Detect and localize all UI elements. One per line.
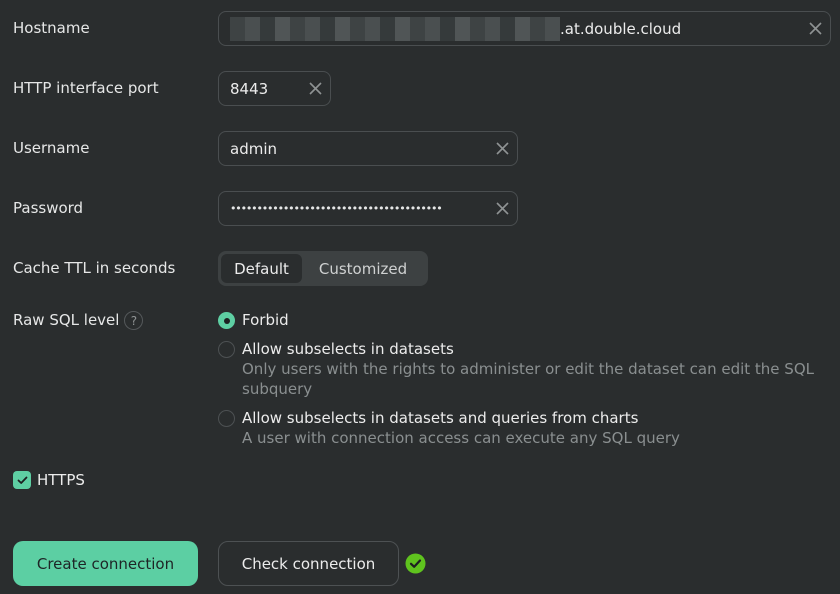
checkmark-icon — [17, 476, 27, 484]
port-label: HTTP interface port — [13, 79, 159, 97]
create-connection-button[interactable]: Create connection — [13, 541, 198, 586]
cache-ttl-segmented-control: Default Customized — [218, 251, 428, 286]
https-checkbox-row[interactable]: HTTPS — [13, 471, 85, 489]
radio-option-description: Only users with the rights to administer… — [242, 360, 814, 398]
close-icon — [495, 202, 509, 215]
clear-port-button[interactable] — [300, 72, 330, 105]
close-icon — [495, 142, 509, 155]
password-label: Password — [13, 199, 84, 217]
radio-unchecked-icon[interactable] — [218, 341, 235, 358]
cache-ttl-option-default[interactable]: Default — [221, 254, 302, 283]
success-check-icon — [405, 553, 426, 574]
help-icon[interactable]: ? — [124, 311, 144, 330]
password-input[interactable]: •••••••••••••••••••••••••••••••••••••••• — [230, 202, 487, 215]
port-input[interactable] — [230, 72, 300, 105]
username-input[interactable] — [230, 132, 487, 165]
radio-checked-icon[interactable] — [218, 312, 235, 329]
raw-sql-option-subselects-datasets[interactable]: Allow subselects in datasets Only users … — [218, 339, 822, 399]
clear-hostname-button[interactable] — [800, 12, 830, 45]
raw-sql-option-forbid[interactable]: Forbid — [218, 310, 289, 330]
close-icon — [308, 82, 322, 95]
username-field[interactable] — [218, 131, 518, 166]
password-field[interactable]: •••••••••••••••••••••••••••••••••••••••• — [218, 191, 518, 226]
port-field[interactable] — [218, 71, 331, 106]
username-label: Username — [13, 139, 90, 157]
clear-password-button[interactable] — [487, 192, 517, 225]
close-icon — [808, 22, 822, 35]
https-label: HTTPS — [37, 471, 85, 489]
hostname-value: .at.double.cloud — [560, 19, 682, 38]
hostname-label: Hostname — [13, 19, 90, 37]
hostname-field[interactable]: .at.double.cloud — [218, 11, 831, 46]
radio-option-title: Forbid — [242, 311, 289, 329]
radio-option-description: A user with connection access can execut… — [242, 429, 680, 447]
radio-option-title: Allow subselects in datasets and queries… — [242, 409, 639, 427]
clear-username-button[interactable] — [487, 132, 517, 165]
raw-sql-label-row: Raw SQL level? — [13, 310, 144, 330]
raw-sql-option-subselects-charts[interactable]: Allow subselects in datasets and queries… — [218, 408, 822, 448]
hostname-obscured-prefix — [230, 16, 560, 41]
radio-option-title: Allow subselects in datasets — [242, 340, 454, 358]
cache-ttl-option-customized[interactable]: Customized — [302, 254, 424, 283]
https-checkbox[interactable] — [13, 471, 31, 489]
check-connection-button[interactable]: Check connection — [218, 541, 399, 586]
raw-sql-label: Raw SQL level — [13, 311, 120, 329]
radio-unchecked-icon[interactable] — [218, 410, 235, 427]
cache-ttl-label: Cache TTL in seconds — [13, 259, 176, 277]
